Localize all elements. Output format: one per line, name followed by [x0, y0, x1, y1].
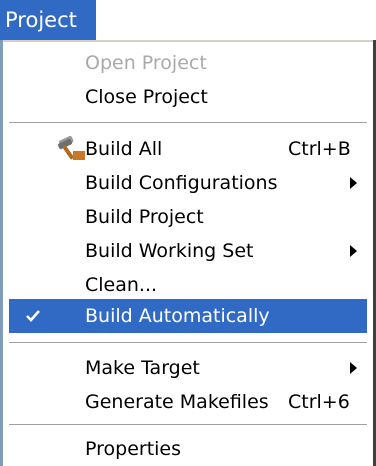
- menu-item-build-working-set[interactable]: Build Working Set: [9, 234, 367, 268]
- menu-item-label: Build Project: [85, 206, 204, 228]
- submenu-arrow-icon: [350, 177, 357, 189]
- menu-item-close-project[interactable]: Close Project: [9, 80, 367, 114]
- menu-item-build-automatically[interactable]: Build Automatically: [9, 299, 367, 333]
- hammer-icon: [53, 134, 89, 162]
- project-menu-dropdown: Open Project Close Project Build All Ctr…: [0, 40, 376, 466]
- submenu-arrow-icon: [350, 245, 357, 257]
- menu-item-label: Build Working Set: [85, 240, 254, 262]
- menu-separator: [9, 122, 367, 126]
- menu-item-build-all[interactable]: Build All Ctrl+B: [9, 132, 367, 166]
- checkmark-icon: [25, 307, 41, 323]
- menu-item-build-project[interactable]: Build Project: [9, 200, 367, 234]
- menu-item-label: Generate Makefiles: [85, 391, 269, 413]
- menu-top-shade: [3, 40, 373, 42]
- menu-item-label: Properties: [85, 438, 182, 460]
- menu-bar: Project: [0, 0, 376, 40]
- menu-item-label: Build Automatically: [85, 305, 270, 327]
- menu-item-label: Build All: [85, 138, 163, 160]
- menu-item-clean[interactable]: Clean...: [9, 268, 367, 302]
- menu-item-shortcut: Ctrl+6: [288, 391, 350, 413]
- menu-item-label: Open Project: [85, 52, 207, 74]
- menu-item-shortcut: Ctrl+B: [288, 138, 351, 160]
- menu-item-label: Make Target: [85, 357, 200, 379]
- menu-separator: [9, 424, 367, 428]
- menu-item-open-project[interactable]: Open Project: [9, 46, 367, 80]
- menu-separator: [9, 342, 367, 346]
- menu-item-build-configurations[interactable]: Build Configurations: [9, 166, 367, 200]
- menu-item-label: Build Configurations: [85, 172, 278, 194]
- menu-item-make-target[interactable]: Make Target: [9, 351, 367, 385]
- menu-item-label: Close Project: [85, 86, 208, 108]
- menu-item-label: Clean...: [85, 274, 158, 296]
- menu-project[interactable]: Project: [0, 0, 96, 40]
- menu-item-generate-makefiles[interactable]: Generate Makefiles Ctrl+6: [9, 385, 367, 419]
- submenu-arrow-icon: [350, 362, 357, 374]
- menu-item-properties[interactable]: Properties: [9, 432, 367, 466]
